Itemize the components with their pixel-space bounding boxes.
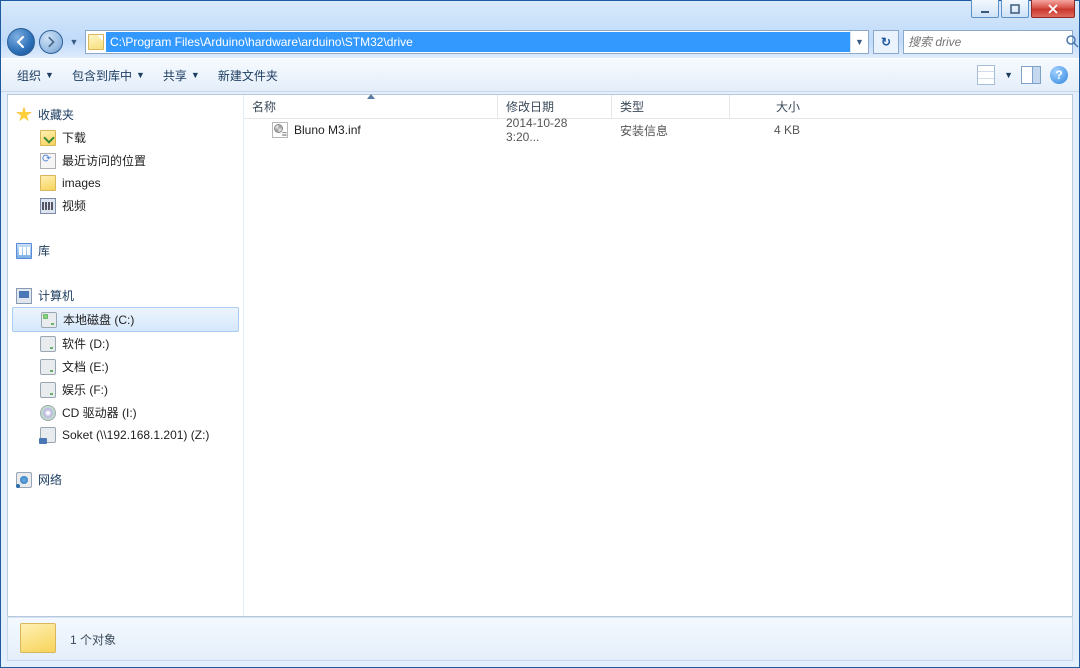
nav-label: images xyxy=(62,176,101,190)
navigation-bar: ▼ ▼ ↻ xyxy=(1,26,1079,58)
nav-downloads[interactable]: 下载 xyxy=(8,126,243,149)
share-menu[interactable]: 共享 ▼ xyxy=(157,63,206,88)
nav-drive-cd[interactable]: CD 驱动器 (I:) xyxy=(8,401,243,424)
nav-drive-d[interactable]: 软件 (D:) xyxy=(8,332,243,355)
file-name: Bluno M3.inf xyxy=(294,123,361,137)
address-bar[interactable]: ▼ xyxy=(85,30,869,54)
file-date: 2014-10-28 3:20... xyxy=(506,116,604,144)
status-text: 1 个对象 xyxy=(70,631,116,648)
libraries-label: 库 xyxy=(38,242,50,259)
status-folder-icon xyxy=(20,623,56,655)
search-input[interactable] xyxy=(908,35,1065,49)
drive-icon xyxy=(41,312,57,328)
nav-videos[interactable]: 视频 xyxy=(8,194,243,217)
nav-label: CD 驱动器 (I:) xyxy=(62,404,137,421)
libraries-header[interactable]: 库 xyxy=(8,239,243,262)
titlebar xyxy=(1,1,1079,26)
content-area: 收藏夹 下载 最近访问的位置 images 视频 库 计算机 本地磁盘 (C:)… xyxy=(7,94,1073,617)
col-label: 类型 xyxy=(620,98,644,115)
include-label: 包含到库中 xyxy=(72,67,132,84)
forward-button[interactable] xyxy=(39,30,63,54)
preview-pane-button[interactable] xyxy=(1021,65,1041,85)
view-dropdown[interactable]: ▼ xyxy=(1004,70,1013,80)
col-label: 大小 xyxy=(776,98,800,115)
sort-ascending-icon xyxy=(367,94,375,99)
nav-label: 文档 (E:) xyxy=(62,358,109,375)
explorer-window: ▼ ▼ ↻ 组织 ▼ 包含到库中 ▼ 共享 ▼ 新建文件夹 ▼ ? 收藏夹 下载 xyxy=(0,0,1080,668)
col-label: 修改日期 xyxy=(506,98,554,115)
column-date[interactable]: 修改日期 xyxy=(498,95,612,118)
refresh-button[interactable]: ↻ xyxy=(873,30,899,54)
nav-drive-f[interactable]: 娱乐 (F:) xyxy=(8,378,243,401)
nav-drive-c[interactable]: 本地磁盘 (C:) xyxy=(12,307,239,332)
computer-label: 计算机 xyxy=(38,287,74,304)
command-toolbar: 组织 ▼ 包含到库中 ▼ 共享 ▼ 新建文件夹 ▼ ? xyxy=(1,58,1079,92)
file-size: 4 KB xyxy=(774,123,800,137)
computer-header[interactable]: 计算机 xyxy=(8,284,243,307)
navigation-pane[interactable]: 收藏夹 下载 最近访问的位置 images 视频 库 计算机 本地磁盘 (C:)… xyxy=(8,95,244,616)
status-bar: 1 个对象 xyxy=(7,617,1073,661)
inf-file-icon xyxy=(272,122,288,138)
organize-label: 组织 xyxy=(17,67,41,84)
folder-icon xyxy=(40,175,56,191)
search-icon[interactable] xyxy=(1065,34,1079,51)
nav-label: 娱乐 (F:) xyxy=(62,381,108,398)
maximize-button[interactable] xyxy=(1001,0,1029,18)
address-dropdown[interactable]: ▼ xyxy=(850,31,868,53)
drive-icon xyxy=(40,382,56,398)
col-label: 名称 xyxy=(252,98,276,115)
cd-icon xyxy=(40,405,56,421)
new-folder-button[interactable]: 新建文件夹 xyxy=(212,63,284,88)
nav-drive-e[interactable]: 文档 (E:) xyxy=(8,355,243,378)
share-label: 共享 xyxy=(163,67,187,84)
video-icon xyxy=(40,198,56,214)
include-in-library-menu[interactable]: 包含到库中 ▼ xyxy=(66,63,151,88)
back-button[interactable] xyxy=(7,28,35,56)
folder-icon xyxy=(88,34,104,50)
favorites-label: 收藏夹 xyxy=(38,106,74,123)
file-type: 安装信息 xyxy=(620,122,668,139)
download-icon xyxy=(40,130,56,146)
nav-label: 下载 xyxy=(62,129,86,146)
new-folder-label: 新建文件夹 xyxy=(218,67,278,84)
minimize-button[interactable] xyxy=(971,0,999,18)
network-drive-icon xyxy=(40,427,56,443)
nav-recent[interactable]: 最近访问的位置 xyxy=(8,149,243,172)
drive-icon xyxy=(40,359,56,375)
file-list[interactable]: Bluno M3.inf 2014-10-28 3:20... 安装信息 4 K… xyxy=(244,119,1072,616)
nav-label: Soket (\\192.168.1.201) (Z:) xyxy=(62,428,209,442)
column-type[interactable]: 类型 xyxy=(612,95,730,118)
close-button[interactable] xyxy=(1031,0,1075,18)
recent-icon xyxy=(40,153,56,169)
star-icon xyxy=(16,107,32,123)
file-list-pane: 名称 修改日期 类型 大小 Bluno M3.inf 2014-10-28 3:… xyxy=(244,95,1072,616)
nav-label: 本地磁盘 (C:) xyxy=(63,311,134,328)
nav-drive-z[interactable]: Soket (\\192.168.1.201) (Z:) xyxy=(8,424,243,446)
network-header[interactable]: 网络 xyxy=(8,468,243,491)
network-label: 网络 xyxy=(38,471,62,488)
nav-label: 视频 xyxy=(62,197,86,214)
network-icon xyxy=(16,472,32,488)
file-row[interactable]: Bluno M3.inf 2014-10-28 3:20... 安装信息 4 K… xyxy=(244,119,1072,141)
column-size[interactable]: 大小 xyxy=(730,95,808,118)
favorites-header[interactable]: 收藏夹 xyxy=(8,103,243,126)
nav-label: 软件 (D:) xyxy=(62,335,109,352)
address-input[interactable] xyxy=(106,32,850,52)
help-button[interactable]: ? xyxy=(1049,65,1069,85)
computer-icon xyxy=(16,288,32,304)
nav-images[interactable]: images xyxy=(8,172,243,194)
history-dropdown[interactable]: ▼ xyxy=(67,30,81,54)
search-box[interactable] xyxy=(903,30,1073,54)
column-headers: 名称 修改日期 类型 大小 xyxy=(244,95,1072,119)
library-icon xyxy=(16,243,32,259)
view-options-button[interactable] xyxy=(976,65,996,85)
organize-menu[interactable]: 组织 ▼ xyxy=(11,63,60,88)
nav-label: 最近访问的位置 xyxy=(62,152,146,169)
drive-icon xyxy=(40,336,56,352)
column-name[interactable]: 名称 xyxy=(244,95,498,118)
